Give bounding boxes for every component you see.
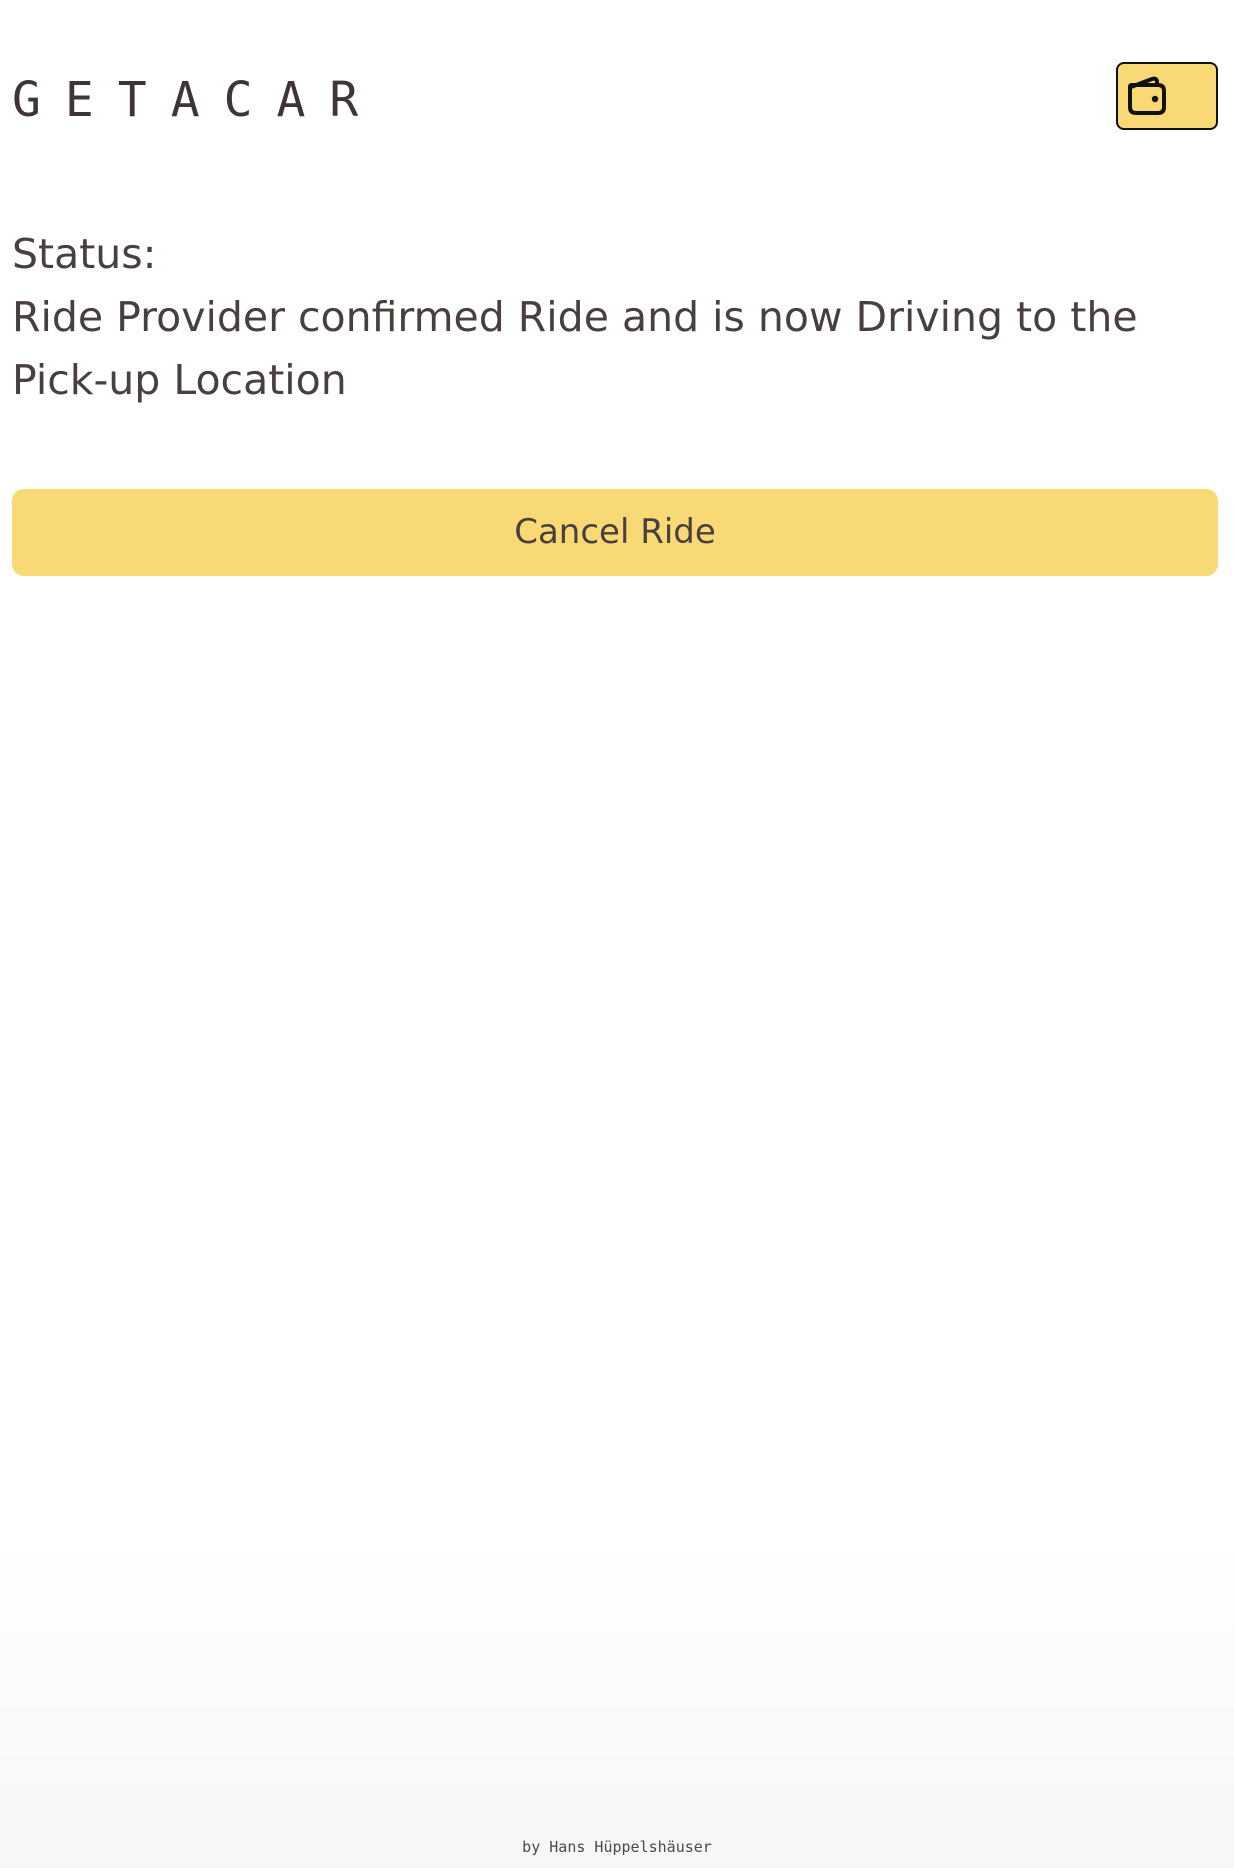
wallet-icon [1124,73,1172,117]
ride-status-page: GETACAR Status: Ride Provider confirmed … [0,0,1234,1868]
header: GETACAR [12,62,1218,132]
status-message: Ride Provider confirmed Ride and is now … [12,293,1138,404]
cancel-ride-button[interactable]: Cancel Ride [12,489,1218,576]
wallet-button[interactable] [1116,62,1218,130]
status-label: Status: [12,230,157,278]
footer-shadow [0,1538,1234,1868]
app-logo: GETACAR [12,72,383,128]
ride-status: Status: Ride Provider confirmed Ride and… [12,223,1214,412]
footer-credit: by Hans Hüppelshäuser [522,1838,712,1856]
